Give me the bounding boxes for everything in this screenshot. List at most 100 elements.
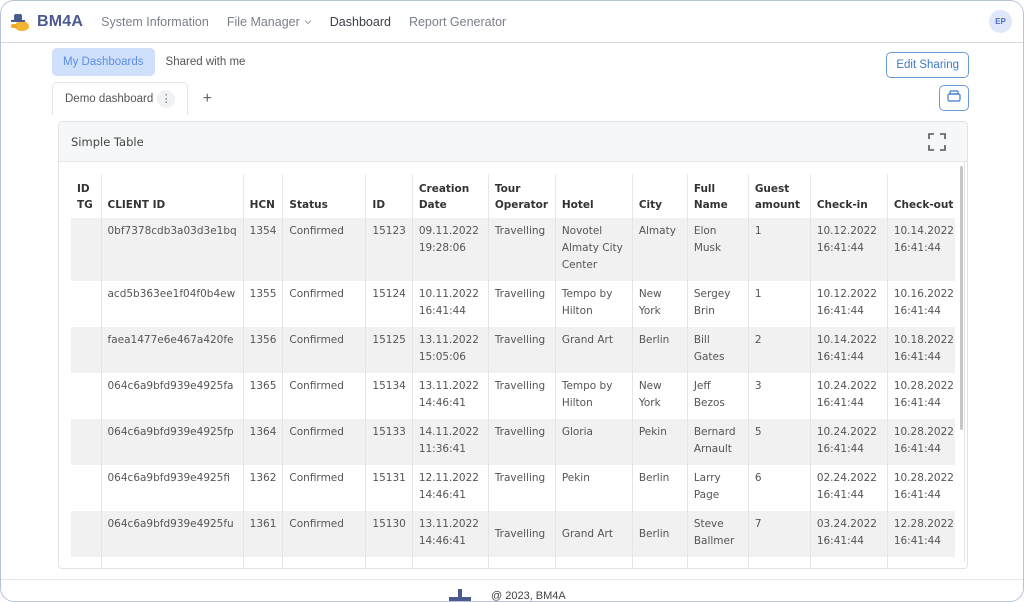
column-header[interactable]: Status (282, 174, 367, 218)
table-header-row: ID TG CLIENT ID HCN Status ID Creation Date Tour… (71, 174, 955, 218)
table-cell: 13.11.2022 15:05:06 (412, 327, 489, 373)
column-header-label: Hotel (561, 199, 594, 211)
cell-text: Musk (693, 242, 722, 254)
cell-text: Sergey (693, 288, 731, 300)
cell-text: Tempo by (561, 380, 613, 392)
cell-text: 16:41:44 (816, 351, 864, 363)
dashboard-tab-demo[interactable]: Demo dashboard ⋮ (52, 82, 189, 115)
table-row-partial (71, 557, 955, 568)
column-header[interactable]: HCN (243, 174, 284, 218)
nav-item-file-manager[interactable]: File Manager (227, 15, 312, 29)
table-cell (243, 557, 284, 568)
column-header-label: Check-in (816, 199, 868, 211)
cell-text: Brin (693, 305, 715, 317)
cell-text: 3 (754, 380, 762, 392)
cell-text: 10.24.2022 (816, 426, 877, 438)
column-header[interactable]: City (632, 174, 688, 218)
table-cell: 10.11.2022 16:41:44 (412, 281, 489, 327)
column-header[interactable]: Tour Operator (488, 174, 556, 218)
table-row[interactable]: 064c6a9bfd939e4925fp 1364 Confirmed 15133 14… (71, 419, 955, 465)
cell-text: 10.28.2022 (893, 472, 954, 484)
column-header-label: City (638, 199, 662, 211)
user-avatar[interactable]: EP (989, 10, 1012, 33)
table-cell: 14.11.2022 11:36:41 (412, 419, 489, 465)
cell-text: 13.11.2022 (418, 334, 479, 346)
table-row[interactable]: 0bf7378cdb3a03d3e1bq 1354 Confirmed 15123 09… (71, 218, 955, 281)
scrollbar-track[interactable] (964, 162, 965, 562)
cell-text: 02.24.2022 (816, 472, 877, 484)
dashboard-tabs: Demo dashboard ⋮ + (52, 82, 226, 115)
column-header-label: ID (372, 199, 386, 211)
table-cell: 13.11.2022 14:46:41 (412, 511, 489, 557)
table-cell: 03.24.2022 16:41:44 (810, 511, 888, 557)
table-row[interactable]: 064c6a9bfd939e4925fi 1362 Confirmed 15131 12… (71, 465, 955, 511)
column-header[interactable]: ID (365, 174, 413, 218)
add-dashboard-button[interactable]: + (188, 82, 226, 115)
cell-text: 16:41:44 (816, 242, 864, 254)
cell-text: 15131 (372, 472, 406, 484)
cell-text: Hilton (561, 397, 593, 409)
table-cell: Steve Ballmer (687, 511, 749, 557)
table-cell: 10.14.2022 16:41:44 (810, 327, 888, 373)
table-cell: 064c6a9bfd939e4925fu (101, 511, 244, 557)
table-cell: faea1477e6e467a420fe (101, 327, 244, 373)
table-row[interactable]: acd5b363ee1f04f0b4ew 1355 Confirmed 15124 10… (71, 281, 955, 327)
table-cell: 1365 (243, 373, 284, 419)
print-button[interactable] (939, 85, 969, 111)
table-cell: 10.28.2022 16:41:44 (887, 373, 955, 419)
table-cell (71, 511, 102, 557)
table-cell: Pekin (555, 465, 633, 511)
cell-text: faea1477e6e467a420fe (107, 334, 234, 346)
table-cell: 15123 (365, 218, 413, 281)
footer: @ 2023, BM4A (449, 589, 566, 602)
cell-text: Gloria (561, 426, 593, 438)
table-row[interactable]: 064c6a9bfd939e4925fu 1361 Confirmed 15130 13… (71, 511, 955, 557)
column-header[interactable]: Guest amount (748, 174, 811, 218)
column-header[interactable]: Creation Date (412, 174, 489, 218)
nav-item-system-information[interactable]: System Information (101, 15, 209, 29)
table-cell (488, 557, 556, 568)
cell-text: 14:46:41 (418, 489, 466, 501)
column-header[interactable]: CLIENT ID (101, 174, 244, 218)
table-cell: 1362 (243, 465, 284, 511)
vertical-scrollbar[interactable] (960, 166, 963, 430)
tab-shared-with-me[interactable]: Shared with me (155, 48, 257, 76)
nav-item-report-generator[interactable]: Report Generator (409, 15, 506, 29)
table-cell (632, 557, 688, 568)
table-cell: Travelling (488, 281, 556, 327)
cell-text: Bernard (693, 426, 736, 438)
table-cell (71, 419, 102, 465)
cell-text: Travelling (494, 334, 546, 346)
cell-text: Almaty (638, 225, 676, 237)
table-cell (412, 557, 489, 568)
table-cell (687, 557, 749, 568)
column-header[interactable]: Check-in (810, 174, 888, 218)
column-header[interactable]: Hotel (555, 174, 633, 218)
widget-header: Simple Table (59, 122, 967, 162)
more-vertical-icon[interactable]: ⋮ (157, 90, 176, 108)
cell-text: 16:41:44 (893, 397, 941, 409)
edit-sharing-button[interactable]: Edit Sharing (886, 52, 969, 78)
cell-text: 1 (754, 288, 762, 300)
tab-my-dashboards[interactable]: My Dashboards (52, 48, 155, 76)
table-row[interactable]: 064c6a9bfd939e4925fa 1365 Confirmed 15134 13… (71, 373, 955, 419)
table-cell: 10.28.2022 16:41:44 (887, 465, 955, 511)
table-cell: Elon Musk (687, 218, 749, 281)
fullscreen-icon (927, 133, 947, 156)
cell-text: Bill Gates (693, 334, 725, 363)
table-row[interactable]: faea1477e6e467a420fe 1356 Confirmed 15125 13… (71, 327, 955, 373)
cell-text: 13.11.2022 (418, 380, 479, 392)
cell-text: Tempo by (561, 288, 613, 300)
footer-copyright: @ 2023, BM4A (491, 590, 566, 602)
column-header[interactable]: ID TG (71, 174, 102, 218)
table-cell: Bernard Arnault (687, 419, 749, 465)
nav-item-dashboard[interactable]: Dashboard (330, 15, 391, 29)
brand[interactable]: BM4A (11, 13, 83, 31)
column-header[interactable]: Check-out (887, 174, 955, 218)
table-cell: Larry Page (687, 465, 749, 511)
cell-text: Center (561, 259, 598, 271)
table-cell: 15133 (365, 419, 413, 465)
cell-text: Berlin (638, 334, 670, 346)
fullscreen-button[interactable] (927, 132, 947, 152)
column-header[interactable]: Full Name (687, 174, 749, 218)
